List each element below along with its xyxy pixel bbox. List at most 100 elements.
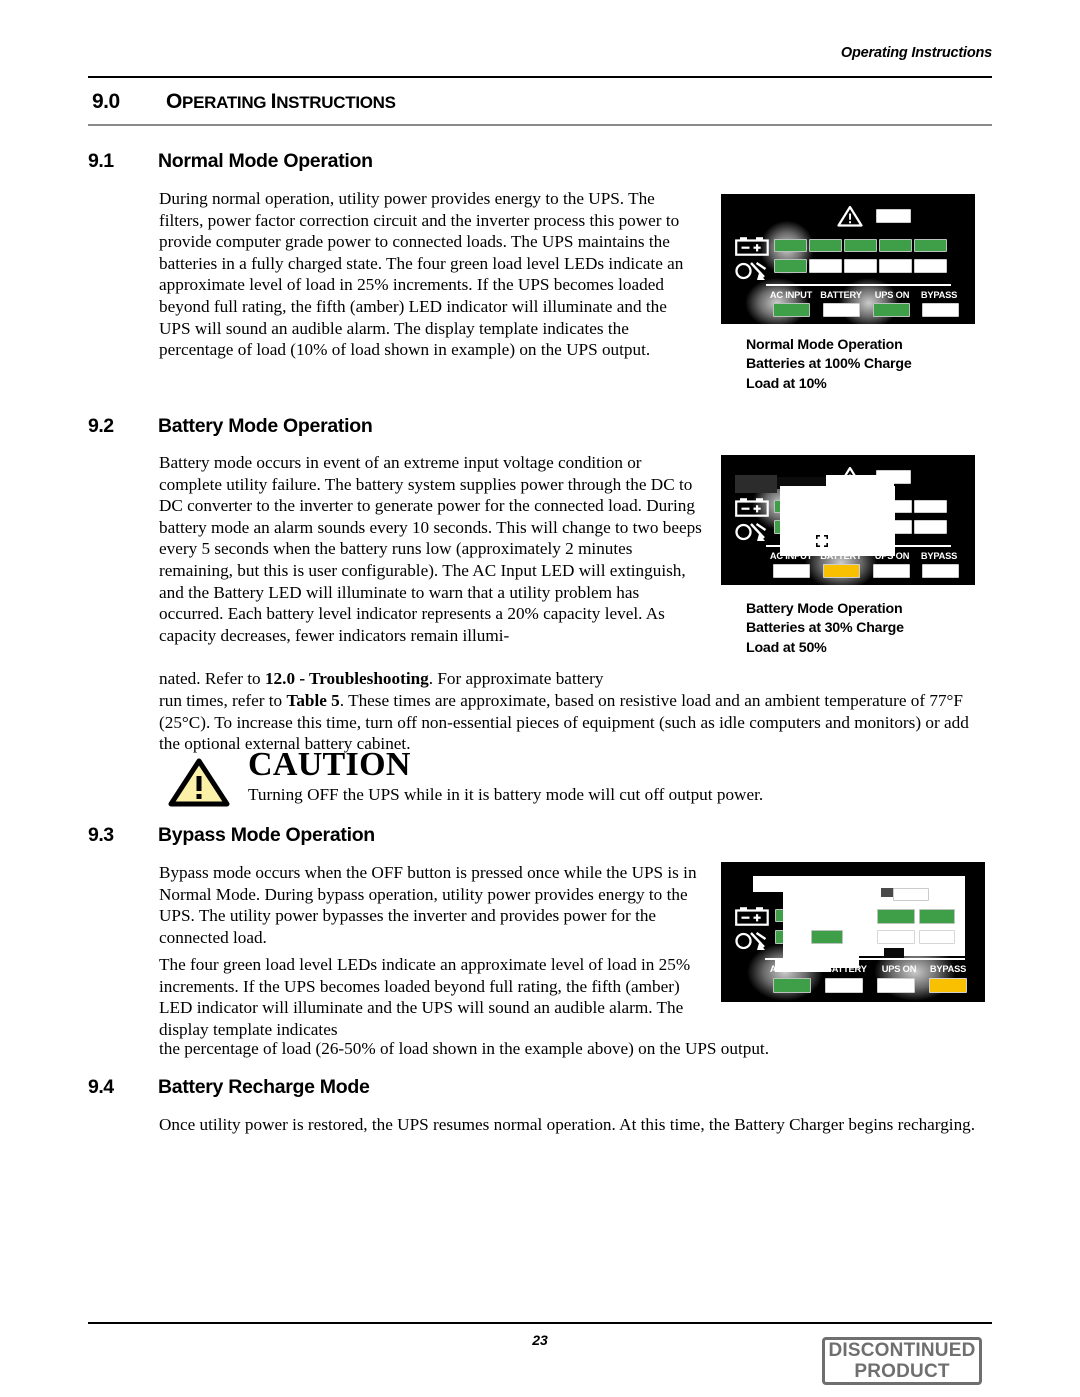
chapter-title: OPERATING INSTRUCTIONS [166, 90, 396, 113]
section-title: Battery Mode Operation [158, 415, 373, 437]
chapter-number: 9.0 [92, 90, 120, 113]
section-9-1-body: During normal operation, utility power p… [159, 189, 684, 360]
status-label-bypass: BYPASS [920, 551, 958, 561]
status-led-ups-on [877, 978, 915, 993]
section-title: Normal Mode Operation [158, 150, 373, 172]
status-label-ups-on: UPS ON [874, 290, 910, 300]
panel-caption-battery-mode: Battery Mode Operation Batteries at 30% … [746, 601, 904, 656]
led-panel-normal-mode: AC INPUT BATTERY UPS ON BYPASS [721, 194, 975, 336]
battery-level-led-1 [774, 500, 807, 513]
led-glow [793, 527, 889, 599]
load-level-led-3 [844, 259, 877, 273]
section-number: 9.2 [88, 415, 114, 437]
battery-level-led-3 [844, 239, 877, 252]
status-led-bypass [922, 564, 959, 578]
section-9-3-body-1: Bypass mode occurs when the OFF button i… [159, 863, 697, 947]
load-level-led-4 [877, 930, 915, 944]
battery-level-led-4 [879, 500, 912, 513]
status-led-battery [823, 303, 860, 317]
panel-divider [765, 958, 965, 960]
stamp-line-1: DISCONTINUED [828, 1340, 976, 1361]
battery-icon [735, 237, 769, 256]
load-level-led-1 [774, 259, 807, 273]
section-title: Bypass Mode Operation [158, 824, 375, 846]
load-plug-icon [735, 262, 767, 280]
load-level-led-2 [809, 259, 842, 273]
scan-artifact [884, 948, 904, 958]
status-led-battery [823, 564, 860, 578]
alarm-led [876, 209, 911, 223]
section-number: 9.3 [88, 824, 114, 846]
battery-level-led-4 [877, 909, 915, 924]
battery-level-led-5 [919, 909, 955, 924]
alarm-led [876, 470, 911, 484]
load-level-led-5 [914, 520, 947, 534]
scan-artifact [735, 475, 777, 493]
warning-triangle-icon [837, 466, 863, 488]
caution-message: Turning OFF the UPS while in it is batte… [248, 785, 764, 804]
running-header: Operating Instructions [840, 45, 992, 61]
status-label-ac-input: AC INPUT [769, 290, 813, 300]
status-led-ac-input [773, 978, 811, 993]
caution-title: CAUTION [248, 746, 411, 783]
status-label-battery: BATTERY [820, 290, 862, 300]
panel-divider [766, 284, 951, 286]
load-level-led-4 [879, 259, 912, 273]
battery-level-led-2 [809, 239, 842, 252]
section-number: 9.4 [88, 1076, 114, 1098]
panel-caption-normal-mode: Normal Mode Operation Batteries at 100% … [746, 337, 912, 392]
status-label-bypass: BYPASS [920, 290, 958, 300]
battery-level-led-2 [809, 500, 842, 513]
header-rule [88, 76, 992, 79]
section-9-4-body: Once utility power is restored, the UPS … [159, 1115, 976, 1134]
warning-triangle-icon [837, 205, 863, 227]
chapter-rule [88, 124, 992, 127]
status-label-battery: BATTERY [825, 964, 867, 974]
load-plug-icon [735, 523, 767, 541]
warning-triangle-icon [168, 758, 230, 807]
panel-divider [766, 545, 951, 547]
cursor-artifact-icon [816, 535, 828, 547]
section-9-2-body-part2: nated. Refer to 12.0 - Troubleshooting. … [159, 669, 604, 688]
battery-icon [735, 498, 769, 517]
battery-level-led-5 [914, 500, 947, 513]
caution-block: CAUTION Turning OFF the UPS while in it … [160, 746, 990, 808]
load-plug-icon [735, 932, 767, 950]
status-led-battery [825, 978, 863, 993]
led-panel-bypass-mode: AC INPUT BATTERY UPS ON BYPASS [721, 862, 985, 1010]
status-label-ups-on: UPS ON [881, 964, 917, 974]
status-led-bypass [922, 303, 959, 317]
load-level-led-5 [914, 259, 947, 273]
alarm-led [893, 888, 929, 901]
stamp-line-2: PRODUCT [854, 1361, 950, 1382]
battery-level-led-5 [914, 239, 947, 252]
load-level-led-3 [844, 520, 877, 534]
load-level-led-1 [775, 930, 808, 944]
status-led-ups-on [873, 564, 910, 578]
status-label-ups-on: UPS ON [874, 551, 910, 561]
status-label-battery: BATTERY [820, 551, 862, 561]
status-label-ac-input: AC INPUT [769, 551, 813, 561]
status-led-ups-on [873, 303, 910, 317]
section-9-2-body-part1: Battery mode occurs in event of an extre… [159, 453, 702, 645]
status-label-ac-input: AC INPUT [769, 964, 813, 974]
load-level-led-3 [847, 930, 880, 944]
battery-level-led-4 [879, 239, 912, 252]
led-panel-battery-mode: AC INPUT BATTERY UPS ON BYPASS [721, 455, 975, 599]
section-9-3-body-2: The four green load level LEDs indicate … [159, 955, 691, 1039]
document-page: Operating Instructions 9.0 OPERATING INS… [0, 0, 1080, 1397]
load-level-led-1 [774, 520, 807, 534]
battery-level-led-2 [811, 909, 844, 922]
discontinued-product-stamp: DISCONTINUED PRODUCT [822, 1337, 982, 1385]
scan-artifact [777, 477, 833, 489]
battery-level-led-3 [847, 909, 880, 922]
battery-icon [735, 907, 769, 926]
status-led-bypass [929, 978, 967, 993]
load-level-led-2 [809, 520, 842, 534]
battery-level-led-1 [774, 239, 807, 252]
section-9-3-body-3: the percentage of load (26-50% of load s… [159, 1039, 769, 1058]
status-label-bypass: BYPASS [929, 964, 967, 974]
status-led-ac-input [773, 303, 810, 317]
status-led-ac-input [773, 564, 810, 578]
section-title: Battery Recharge Mode [158, 1076, 370, 1098]
